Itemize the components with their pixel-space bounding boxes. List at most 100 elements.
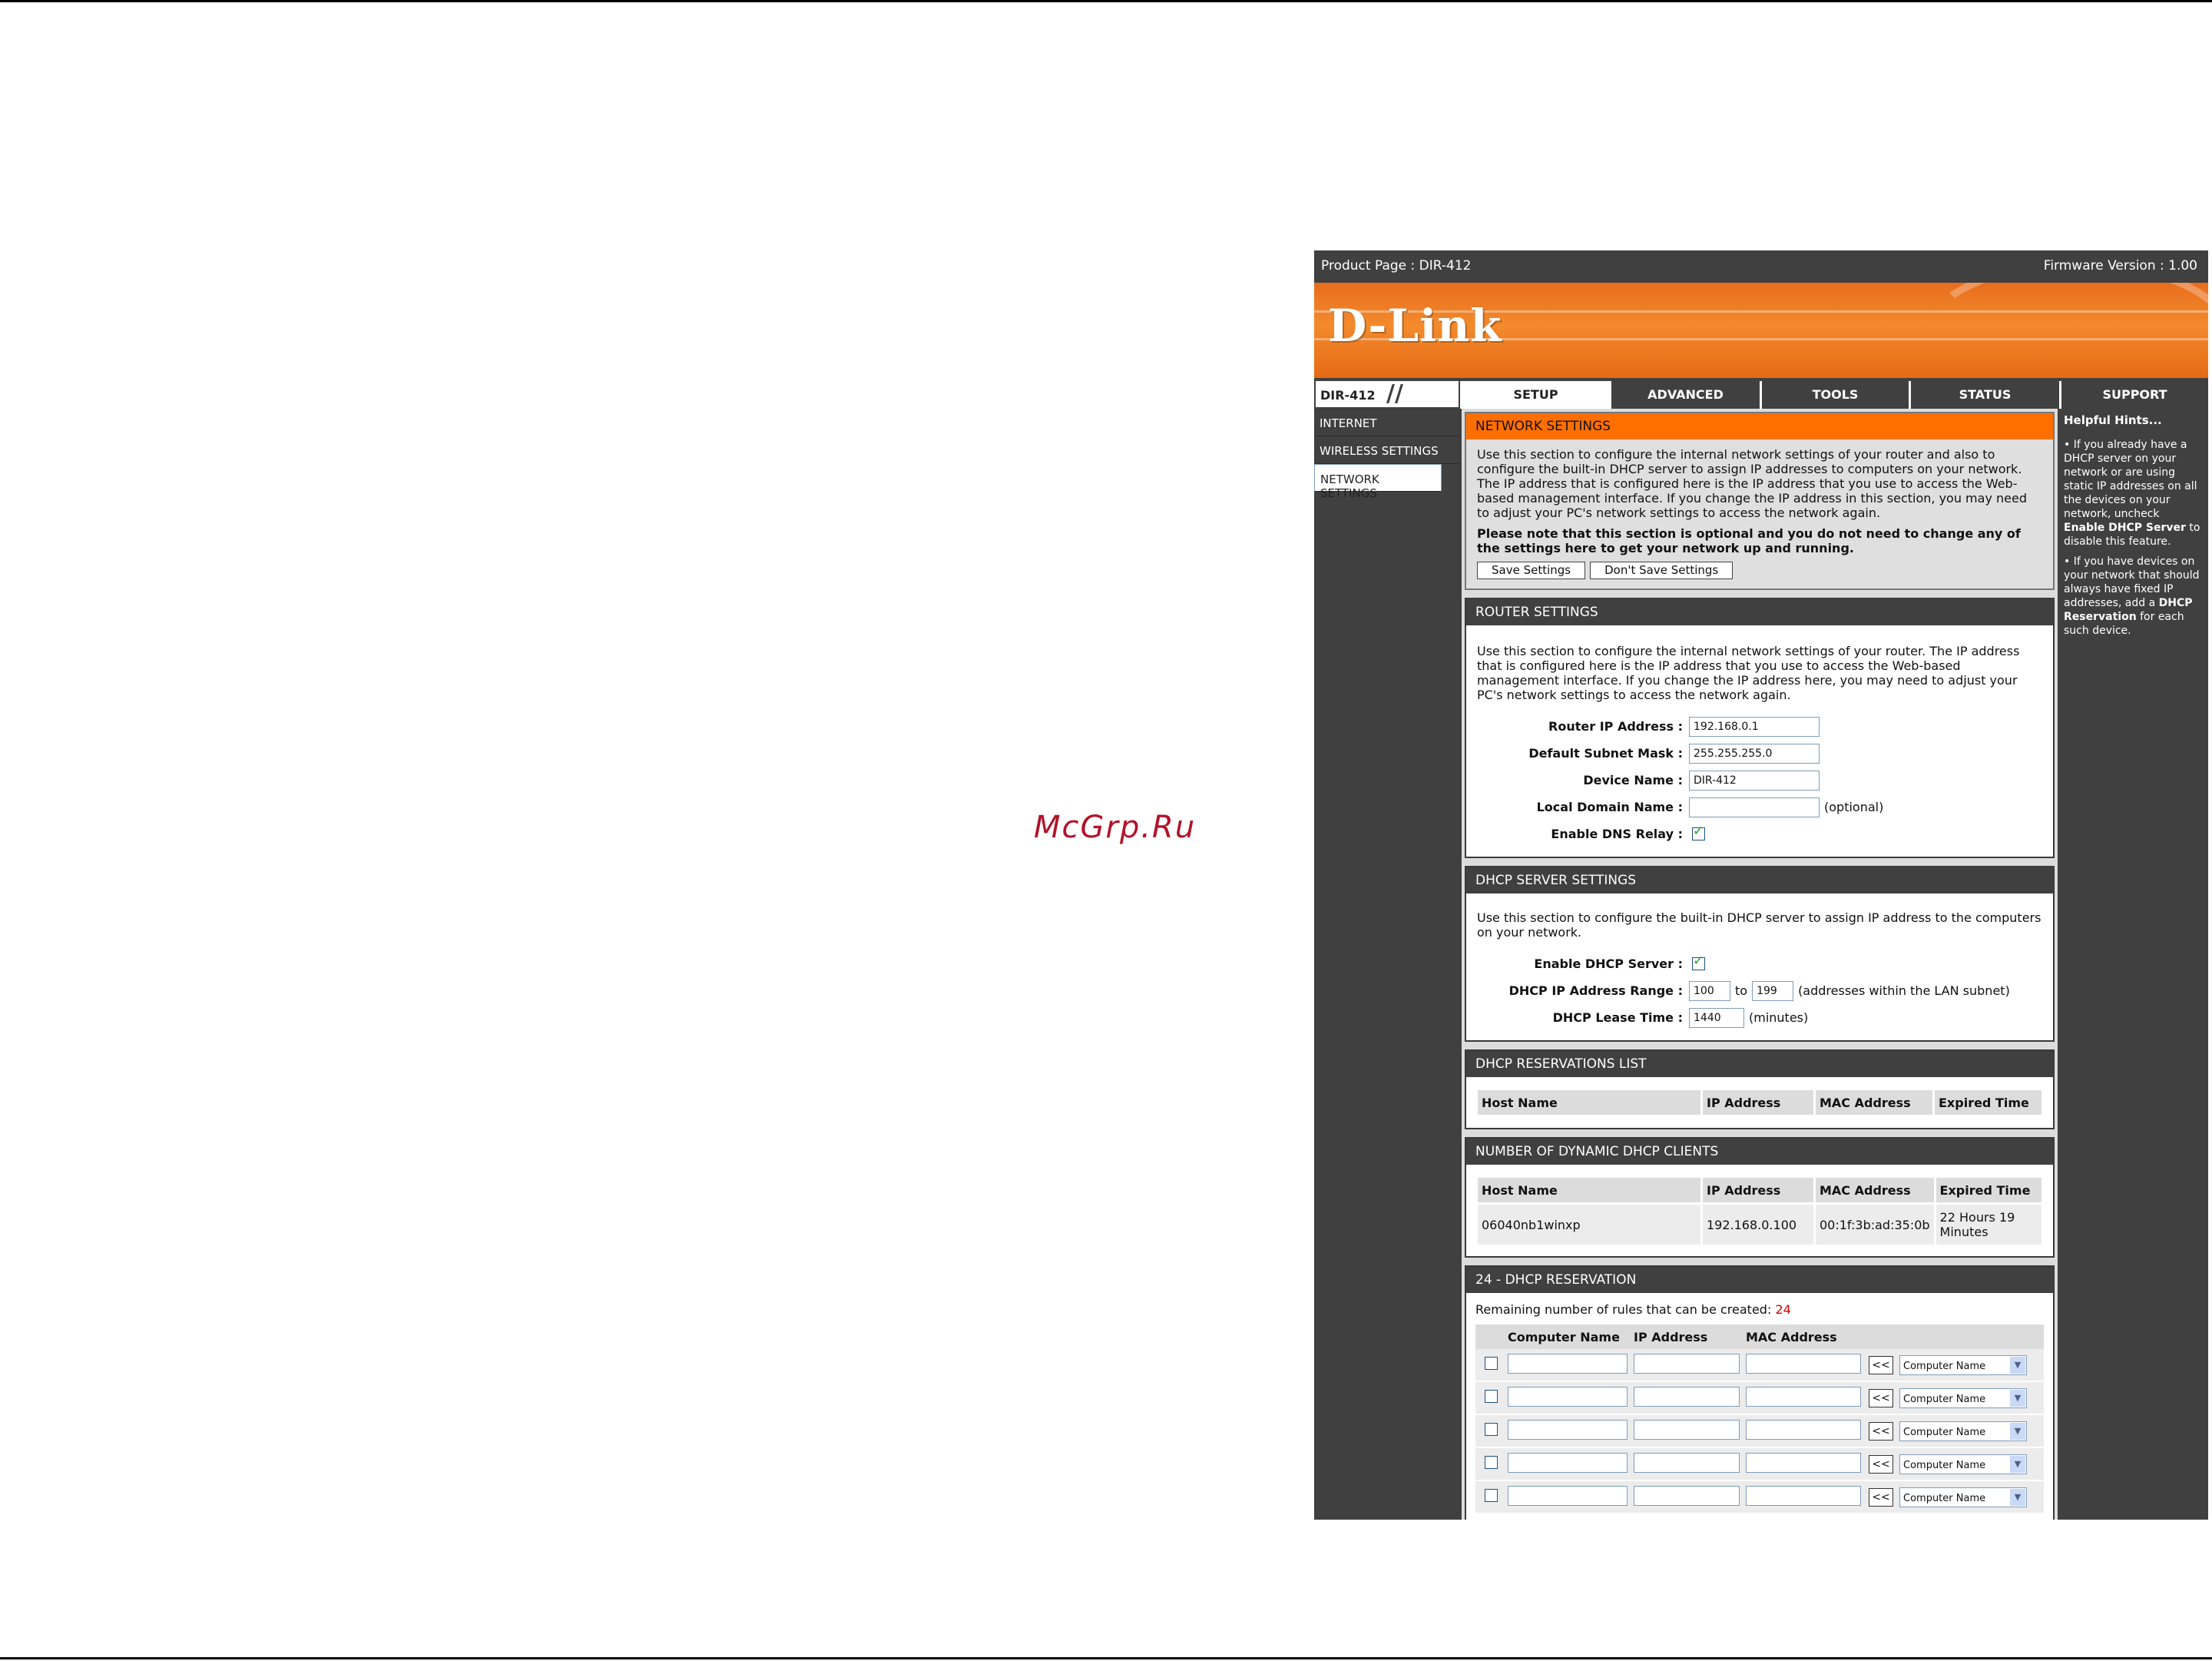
- sidebar-item-internet[interactable]: INTERNET: [1314, 409, 1459, 436]
- optional-hint: (optional): [1824, 800, 1884, 814]
- col-ip-address: IP Address: [1703, 1090, 1813, 1115]
- section-title: DHCP SERVER SETTINGS: [1466, 867, 2053, 893]
- top-rule: [0, 0, 2212, 2]
- computer-name-input[interactable]: [1508, 1386, 1628, 1407]
- subnet-mask-input[interactable]: 255.255.255.0: [1689, 743, 1820, 764]
- reservation-mac-input[interactable]: [1746, 1419, 1861, 1440]
- slashes-decoration: //: [1386, 380, 1403, 407]
- col-mac-address: MAC Address: [1746, 1329, 1837, 1344]
- range-hint: (addresses within the LAN subnet): [1798, 983, 2010, 998]
- check-icon: ✓: [1693, 824, 1704, 839]
- tab-support[interactable]: SUPPORT: [2059, 381, 2208, 409]
- tab-tools[interactable]: TOOLS: [1760, 381, 1909, 409]
- reservation-row: << Computer Name ▼: [1475, 1448, 2044, 1481]
- reservation-ip-input[interactable]: [1634, 1485, 1740, 1506]
- chevron-down-icon: ▼: [2010, 1488, 2025, 1506]
- dhcp-range-label: DHCP IP Address Range :: [1508, 983, 1683, 998]
- local-domain-input[interactable]: [1689, 797, 1820, 817]
- col-expired-time: Expired Time: [1936, 1178, 2041, 1202]
- copy-arrow-button[interactable]: <<: [1869, 1421, 1893, 1441]
- reservation-ip-input[interactable]: [1634, 1452, 1740, 1473]
- router-ip-input[interactable]: 192.168.0.1: [1689, 716, 1820, 737]
- computer-name-input[interactable]: [1508, 1419, 1628, 1440]
- reservation-ip-input[interactable]: [1634, 1419, 1740, 1440]
- dhcp-range-end-input[interactable]: 199: [1752, 980, 1794, 1001]
- reservation-mac-input[interactable]: [1746, 1485, 1861, 1506]
- router-ip-label: Router IP Address :: [1548, 719, 1683, 734]
- lease-time-input[interactable]: 1440: [1689, 1007, 1744, 1028]
- copy-arrow-button[interactable]: <<: [1869, 1388, 1893, 1407]
- section-description: Use this section to configure the intern…: [1477, 644, 2020, 702]
- reservation-enable-checkbox[interactable]: [1485, 1456, 1498, 1469]
- tab-advanced[interactable]: ADVANCED: [1609, 381, 1760, 409]
- reservation-ip-input[interactable]: [1634, 1353, 1740, 1374]
- computer-name-input[interactable]: [1508, 1452, 1628, 1473]
- client-mac: 00:1f:3b:ad:35:0b: [1816, 1205, 1934, 1245]
- sidebar-item-network-settings[interactable]: NETWORK SETTINGS: [1314, 464, 1442, 500]
- sidebar-item-wireless-settings[interactable]: WIRELESS SETTINGS: [1314, 436, 1459, 464]
- dhcp-range-start-input[interactable]: 100: [1689, 980, 1730, 1001]
- save-settings-button[interactable]: Save Settings: [1477, 562, 1586, 579]
- section-title: 24 - DHCP RESERVATION: [1466, 1267, 2053, 1293]
- dns-relay-label: Enable DNS Relay :: [1551, 827, 1683, 841]
- reservation-enable-checkbox[interactable]: [1485, 1390, 1498, 1403]
- range-to-label: to: [1735, 983, 1748, 998]
- section-title: ROUTER SETTINGS: [1466, 599, 2053, 625]
- optional-note: Please note that this section is optiona…: [1477, 526, 2021, 555]
- col-host-name: Host Name: [1478, 1090, 1700, 1115]
- reservation-row: << Computer Name ▼: [1475, 1481, 2044, 1514]
- reservation-ip-input[interactable]: [1634, 1386, 1740, 1407]
- brand-banner: D-Link: [1314, 283, 2208, 378]
- computer-name-select[interactable]: Computer Name ▼: [1899, 1487, 2027, 1507]
- section-title: DHCP RESERVATIONS LIST: [1466, 1051, 2053, 1077]
- tab-setup[interactable]: SETUP: [1460, 381, 1609, 409]
- computer-name-select[interactable]: Computer Name ▼: [1899, 1421, 2027, 1441]
- remaining-rules-label: Remaining number of rules that can be cr…: [1475, 1302, 1772, 1317]
- section-description: Use this section to configure the built-…: [1477, 910, 2041, 940]
- reservation-mac-input[interactable]: [1746, 1386, 1861, 1407]
- col-mac-address: MAC Address: [1816, 1090, 1932, 1115]
- dns-relay-checkbox[interactable]: ✓: [1692, 824, 1705, 840]
- local-domain-label: Local Domain Name :: [1536, 800, 1683, 814]
- col-expired-time: Expired Time: [1935, 1090, 2041, 1115]
- hint-dhcp-server: • If you already have a DHCP server on y…: [2064, 439, 2200, 548]
- chevron-down-icon: ▼: [2010, 1422, 2025, 1440]
- nav-row: DIR-412 // SETUP ADVANCED TOOLS STATUS S…: [1314, 378, 2208, 409]
- computer-name-select[interactable]: Computer Name ▼: [1899, 1387, 2027, 1408]
- copy-arrow-button[interactable]: <<: [1869, 1454, 1893, 1474]
- section-title: NUMBER OF DYNAMIC DHCP CLIENTS: [1466, 1139, 2053, 1165]
- bottom-rule: [0, 1657, 2212, 1659]
- top-bar: Product Page : DIR-412 Firmware Version …: [1314, 250, 2208, 281]
- reservation-mac-input[interactable]: [1746, 1452, 1861, 1473]
- helpful-hints-panel: Helpful Hints... • If you already have a…: [2059, 409, 2208, 1520]
- dont-save-settings-button[interactable]: Don't Save Settings: [1590, 562, 1734, 579]
- copy-arrow-button[interactable]: <<: [1869, 1355, 1893, 1374]
- reservation-row: << Computer Name ▼: [1475, 1349, 2044, 1382]
- computer-name-input[interactable]: [1508, 1485, 1628, 1506]
- reservation-enable-checkbox[interactable]: [1485, 1423, 1498, 1436]
- enable-dhcp-checkbox[interactable]: ✓: [1692, 954, 1705, 970]
- col-ip-address: IP Address: [1703, 1178, 1813, 1202]
- product-page-label: Product Page : DIR-412: [1321, 258, 1472, 274]
- client-ip: 192.168.0.100: [1703, 1205, 1813, 1245]
- client-host-name: 06040nb1winxp: [1478, 1205, 1700, 1245]
- dhcp-server-box: DHCP SERVER SETTINGS Use this section to…: [1465, 866, 2055, 1042]
- section-title: NETWORK SETTINGS: [1466, 413, 2053, 439]
- network-settings-box: NETWORK SETTINGS Use this section to con…: [1465, 412, 2055, 590]
- reservation-row: << Computer Name ▼: [1475, 1415, 2044, 1448]
- section-description: Use this section to configure the intern…: [1477, 447, 2027, 520]
- device-name-input[interactable]: DIR-412: [1689, 770, 1820, 791]
- reservation-enable-checkbox[interactable]: [1485, 1357, 1498, 1370]
- reservation-enable-checkbox[interactable]: [1485, 1489, 1498, 1502]
- table-row: 06040nb1winxp 192.168.0.100 00:1f:3b:ad:…: [1478, 1205, 2041, 1245]
- computer-name-select[interactable]: Computer Name ▼: [1899, 1354, 2027, 1375]
- computer-name-input[interactable]: [1508, 1353, 1628, 1374]
- computer-name-select[interactable]: Computer Name ▼: [1899, 1454, 2027, 1474]
- col-mac-address: MAC Address: [1816, 1178, 1934, 1202]
- col-ip-address: IP Address: [1634, 1329, 1708, 1344]
- tab-status[interactable]: STATUS: [1909, 381, 2059, 409]
- reservation-mac-input[interactable]: [1746, 1353, 1861, 1374]
- model-label: DIR-412 //: [1316, 381, 1459, 407]
- copy-arrow-button[interactable]: <<: [1869, 1487, 1893, 1507]
- col-computer-name: Computer Name: [1508, 1329, 1620, 1344]
